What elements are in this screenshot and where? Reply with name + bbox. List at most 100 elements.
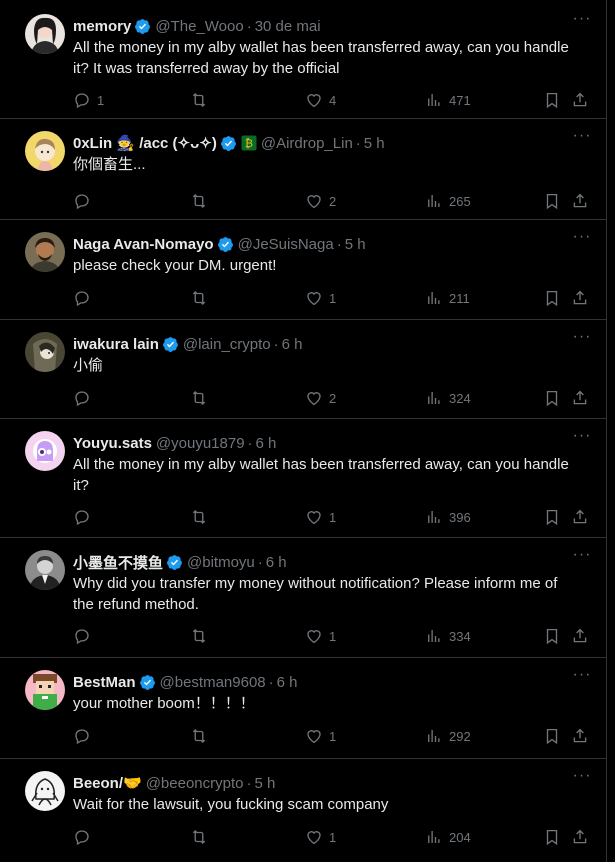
reply-button[interactable] bbox=[73, 388, 97, 408]
avatar[interactable] bbox=[25, 131, 65, 171]
reply-button[interactable] bbox=[73, 288, 97, 308]
timestamp[interactable]: 5 h bbox=[364, 135, 385, 152]
author-name[interactable]: iwakura lain bbox=[73, 336, 159, 353]
share-button[interactable] bbox=[571, 507, 589, 527]
more-horizontal-icon[interactable]: ··· bbox=[572, 11, 592, 32]
views-button[interactable]: 204 bbox=[425, 827, 471, 847]
avatar[interactable] bbox=[25, 431, 65, 471]
tweet[interactable]: BestMan @bestman9608 · 6 h ··· your moth… bbox=[0, 658, 606, 759]
views-button[interactable]: 211 bbox=[425, 288, 470, 308]
timestamp[interactable]: 30 de mai bbox=[255, 18, 321, 35]
bookmark-button[interactable] bbox=[543, 388, 561, 408]
reply-button[interactable] bbox=[73, 827, 97, 847]
retweet-button[interactable] bbox=[189, 626, 215, 646]
retweet-button[interactable] bbox=[189, 507, 215, 527]
share-button[interactable] bbox=[571, 191, 589, 211]
tweet[interactable]: Beeon/🤝 @beeoncrypto · 5 h ··· Wait for … bbox=[0, 759, 606, 862]
like-icon bbox=[307, 831, 321, 845]
like-button[interactable]: 2 bbox=[305, 191, 336, 211]
avatar[interactable] bbox=[25, 670, 65, 710]
avatar[interactable] bbox=[25, 14, 65, 54]
views-button[interactable]: 292 bbox=[425, 726, 471, 746]
more-horizontal-icon[interactable]: ··· bbox=[572, 547, 592, 568]
timestamp[interactable]: 6 h bbox=[266, 554, 287, 571]
views-button[interactable]: 265 bbox=[425, 191, 471, 211]
retweet-button[interactable] bbox=[189, 288, 215, 308]
author-name[interactable]: Youyu.sats bbox=[73, 435, 152, 452]
like-button[interactable]: 1 bbox=[305, 626, 336, 646]
more-horizontal-icon[interactable]: ··· bbox=[572, 667, 592, 688]
author-handle[interactable]: @bestman9608 bbox=[160, 674, 266, 691]
tweet[interactable]: iwakura lain @lain_crypto · 6 h ··· 小偷 2 bbox=[0, 320, 606, 419]
avatar[interactable] bbox=[25, 771, 65, 811]
like-button[interactable]: 1 bbox=[305, 507, 336, 527]
more-horizontal-icon[interactable]: ··· bbox=[572, 428, 592, 449]
timestamp[interactable]: 6 h bbox=[277, 674, 298, 691]
retweet-button[interactable] bbox=[189, 191, 215, 211]
reply-button[interactable] bbox=[73, 726, 97, 746]
author-handle[interactable]: @beeoncrypto bbox=[146, 775, 244, 792]
scrollbar[interactable] bbox=[607, 0, 615, 862]
timestamp[interactable]: 6 h bbox=[256, 435, 277, 452]
like-button[interactable]: 2 bbox=[305, 388, 336, 408]
author-handle[interactable]: @lain_crypto bbox=[183, 336, 271, 353]
avatar[interactable] bbox=[25, 332, 65, 372]
bookmark-button[interactable] bbox=[543, 90, 561, 110]
author-handle[interactable]: @The_Wooo bbox=[155, 18, 243, 35]
views-button[interactable]: 396 bbox=[425, 507, 471, 527]
bookmark-button[interactable] bbox=[543, 726, 561, 746]
more-horizontal-icon[interactable]: ··· bbox=[572, 329, 592, 350]
retweet-button[interactable] bbox=[189, 827, 215, 847]
tweet[interactable]: 0xLin 🧙 /acc (✧ᴗ✧) ₿ @Airdrop_Lin · 5 h … bbox=[0, 119, 606, 220]
share-button[interactable] bbox=[571, 388, 589, 408]
views-button[interactable]: 334 bbox=[425, 626, 471, 646]
tweet[interactable]: Naga Avan-Nomayo @JeSuisNaga · 5 h ··· p… bbox=[0, 220, 606, 320]
share-button[interactable] bbox=[571, 626, 589, 646]
bookmark-button[interactable] bbox=[543, 827, 561, 847]
bookmark-button[interactable] bbox=[543, 288, 561, 308]
like-button[interactable]: 1 bbox=[305, 827, 336, 847]
like-button[interactable]: 4 bbox=[305, 90, 336, 110]
tweet[interactable]: Youyu.sats @youyu1879 · 6 h ··· All the … bbox=[0, 419, 606, 538]
tweet[interactable]: memory @The_Wooo · 30 de mai ··· All the… bbox=[0, 0, 606, 119]
more-horizontal-icon[interactable]: ··· bbox=[572, 128, 592, 149]
bookmark-button[interactable] bbox=[543, 626, 561, 646]
like-icon bbox=[307, 292, 321, 306]
author-name[interactable]: Naga Avan-Nomayo bbox=[73, 236, 214, 253]
bookmark-button[interactable] bbox=[543, 507, 561, 527]
share-button[interactable] bbox=[571, 90, 589, 110]
share-button[interactable] bbox=[571, 288, 589, 308]
author-name[interactable]: BestMan bbox=[73, 674, 136, 691]
author-name[interactable]: 0xLin 🧙 /acc (✧ᴗ✧) bbox=[73, 134, 217, 152]
author-handle[interactable]: @youyu1879 bbox=[156, 435, 245, 452]
share-button[interactable] bbox=[571, 827, 589, 847]
author-name[interactable]: 小墨鱼不摸鱼 bbox=[73, 552, 163, 573]
like-button[interactable]: 1 bbox=[305, 288, 336, 308]
more-horizontal-icon[interactable]: ··· bbox=[572, 229, 592, 250]
bookmark-button[interactable] bbox=[543, 191, 561, 211]
reply-button[interactable] bbox=[73, 626, 97, 646]
retweet-button[interactable] bbox=[189, 388, 215, 408]
avatar[interactable] bbox=[25, 550, 65, 590]
reply-button[interactable]: 1 bbox=[73, 90, 104, 110]
retweet-button[interactable] bbox=[189, 90, 215, 110]
author-handle[interactable]: @bitmoyu bbox=[187, 554, 255, 571]
timestamp[interactable]: 5 h bbox=[345, 236, 366, 253]
author-handle[interactable]: @JeSuisNaga bbox=[238, 236, 334, 253]
reply-button[interactable] bbox=[73, 507, 97, 527]
retweet-button[interactable] bbox=[189, 726, 215, 746]
more-horizontal-icon[interactable]: ··· bbox=[572, 768, 592, 789]
views-icon bbox=[428, 94, 440, 106]
author-name[interactable]: memory bbox=[73, 18, 131, 35]
timestamp[interactable]: 6 h bbox=[282, 336, 303, 353]
like-button[interactable]: 1 bbox=[305, 726, 336, 746]
views-button[interactable]: 471 bbox=[425, 90, 471, 110]
tweet[interactable]: 小墨鱼不摸鱼 @bitmoyu · 6 h ··· Why did you tr… bbox=[0, 538, 606, 658]
share-button[interactable] bbox=[571, 726, 589, 746]
author-handle[interactable]: @Airdrop_Lin bbox=[261, 135, 353, 152]
views-button[interactable]: 324 bbox=[425, 388, 471, 408]
reply-button[interactable] bbox=[73, 191, 97, 211]
timestamp[interactable]: 5 h bbox=[254, 775, 275, 792]
avatar[interactable] bbox=[25, 232, 65, 272]
author-name[interactable]: Beeon/🤝 bbox=[73, 774, 142, 792]
